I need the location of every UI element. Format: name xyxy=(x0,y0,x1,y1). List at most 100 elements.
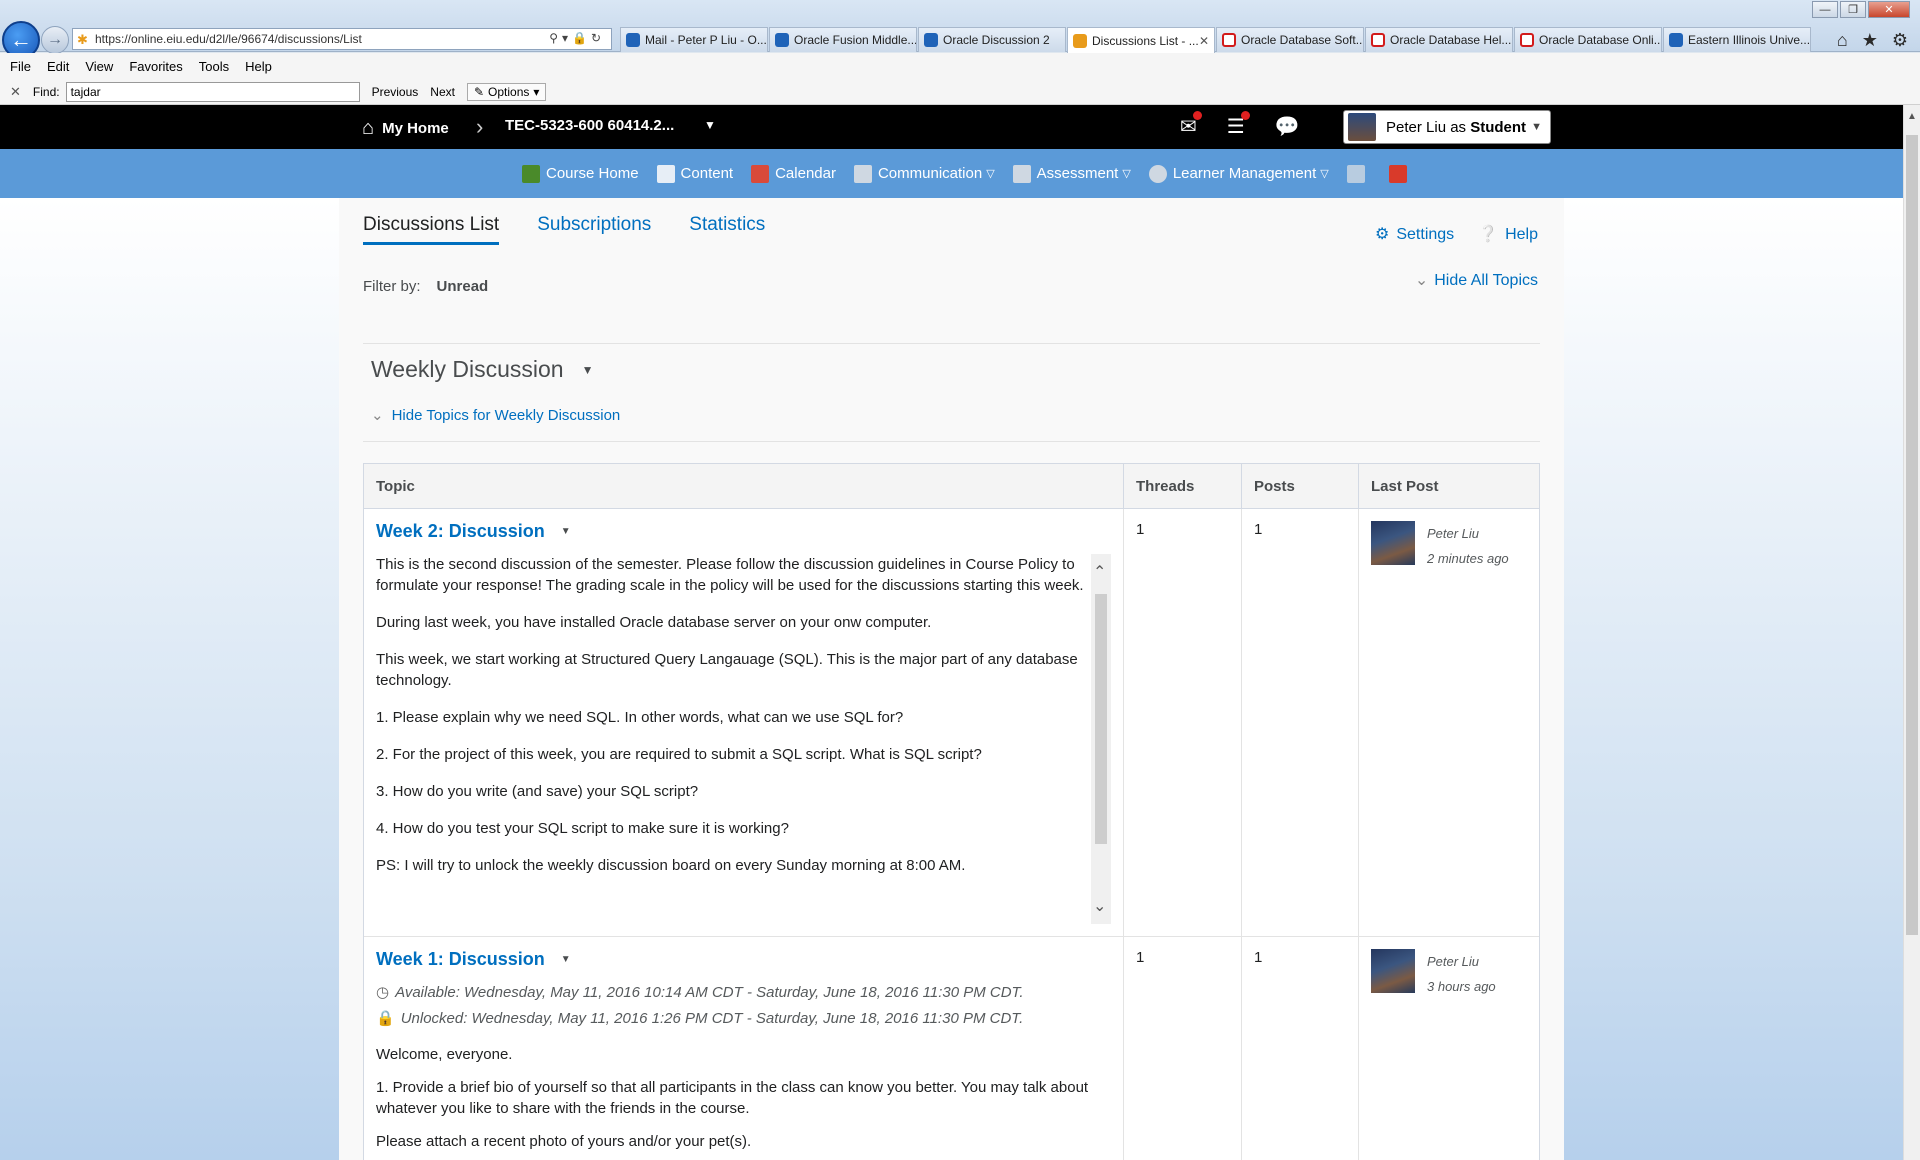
close-find-icon[interactable]: ✕ xyxy=(10,84,21,100)
topic-description[interactable]: This is the second discussion of the sem… xyxy=(376,554,1111,924)
tab-oracle-db-online[interactable]: Oracle Database Onli... xyxy=(1514,27,1662,52)
help-label: Help xyxy=(1505,226,1538,243)
d2l-icon xyxy=(1073,33,1087,48)
tab-subscriptions[interactable]: Subscriptions xyxy=(537,214,651,245)
nav-learner-management[interactable]: Learner Management ▽ xyxy=(1148,164,1329,183)
lock-icon: 🔒 xyxy=(376,1010,395,1027)
user-menu[interactable]: Peter Liu as Student ▼ xyxy=(1343,110,1551,144)
topic-title-link[interactable]: Week 1: Discussion ▼ xyxy=(376,949,1111,970)
last-post-author[interactable]: Peter Liu xyxy=(1427,521,1509,546)
avatar[interactable] xyxy=(1371,521,1415,565)
chevron-down-icon[interactable]: ▼ xyxy=(704,118,716,132)
tab-strip: Mail - Peter P Liu - O... Oracle Fusion … xyxy=(620,27,1812,53)
find-input[interactable]: tajdar xyxy=(65,81,360,102)
description-paragraph: PS: I will try to unlock the weekly disc… xyxy=(376,857,966,874)
find-options-button[interactable]: ✎ Options ▾ xyxy=(466,82,547,101)
tab-mail[interactable]: Mail - Peter P Liu - O... xyxy=(620,27,768,52)
chevron-down-icon[interactable]: ▼ xyxy=(561,526,571,537)
nav-calendar[interactable]: Calendar xyxy=(751,164,836,183)
chevron-down-icon: ▾ xyxy=(533,84,540,99)
hide-topics-label: Hide Topics for Weekly Discussion xyxy=(391,407,621,424)
topic-title-text: Week 1: Discussion xyxy=(376,949,545,969)
last-post-time: 2 minutes ago xyxy=(1427,551,1509,566)
topics-table: Topic Threads Posts Last Post Week 2: Di… xyxy=(363,463,1540,1160)
restore-button[interactable]: ❐ xyxy=(1840,1,1866,18)
find-previous-button[interactable]: Previous xyxy=(372,85,419,99)
tab-label: Oracle Discussion 2 xyxy=(943,33,1050,47)
filter-unread-link[interactable]: Unread xyxy=(437,278,489,295)
course-selector[interactable]: TEC-5323-600 60414.2... xyxy=(505,117,674,134)
avatar xyxy=(1348,113,1376,141)
forum-title: Weekly Discussion ▼ xyxy=(371,356,593,383)
chevron-down-icon: ▽ xyxy=(1122,168,1131,180)
address-actions-icon[interactable]: ⚲▾🔒↻ xyxy=(549,31,605,45)
hide-topics-link[interactable]: ⌄ Hide Topics for Weekly Discussion xyxy=(371,406,620,424)
d2l-minibar: ⌂ My Home › TEC-5323-600 60414.2... ▼ ✉ … xyxy=(0,105,1903,149)
tab-oracle-db-soft[interactable]: Oracle Database Soft... xyxy=(1216,27,1364,52)
chevron-down-icon[interactable]: ▼ xyxy=(582,363,594,377)
favorites-star-icon[interactable]: ★ xyxy=(1862,30,1878,51)
description-paragraph: Welcome, everyone. xyxy=(376,1046,513,1063)
description-paragraph: Please attach a recent photo of yours an… xyxy=(376,1133,752,1150)
page-icon xyxy=(1669,33,1683,47)
chevron-down-icon[interactable]: ▼ xyxy=(561,954,571,965)
menu-help[interactable]: Help xyxy=(245,59,272,74)
menu-edit[interactable]: Edit xyxy=(47,59,69,74)
nav-label: Calendar xyxy=(775,165,836,182)
gear-icon[interactable]: ⚙ xyxy=(1892,30,1908,51)
browser-toolbar: ⌂ ★ ⚙ xyxy=(1837,30,1908,51)
forum-title-text: Weekly Discussion xyxy=(371,356,564,382)
toolbox-icon xyxy=(1388,164,1407,183)
discussion-subtabs: Discussions List Subscriptions Statistic… xyxy=(363,214,765,245)
subscription-alerts-icon[interactable]: 💬 xyxy=(1275,114,1300,139)
avatar[interactable] xyxy=(1371,949,1415,993)
tab-statistics[interactable]: Statistics xyxy=(689,214,765,245)
nav-grid-tool[interactable] xyxy=(1346,164,1371,183)
tab-eiu[interactable]: Eastern Illinois Unive... xyxy=(1663,27,1811,52)
description-scrollbar[interactable]: ⌃ ⌄ xyxy=(1091,554,1111,924)
last-post-author[interactable]: Peter Liu xyxy=(1427,949,1496,974)
find-next-button[interactable]: Next xyxy=(430,85,455,99)
people-icon xyxy=(1148,164,1167,183)
forward-button[interactable]: → xyxy=(41,26,69,54)
nav-communication[interactable]: Communication ▽ xyxy=(853,164,995,183)
tab-oracle-discussion[interactable]: Oracle Discussion 2 xyxy=(918,27,1066,52)
page-scrollbar[interactable]: ▲ xyxy=(1903,105,1920,1160)
hide-all-topics-link[interactable]: ⌄ Hide All Topics xyxy=(1415,270,1538,290)
scroll-thumb[interactable] xyxy=(1095,594,1107,844)
home-icon: ⌂ xyxy=(362,117,375,139)
menu-file[interactable]: File xyxy=(10,59,31,74)
chevron-up-icon[interactable]: ▲ xyxy=(1907,111,1917,122)
topic-availability: ◷ Available: Wednesday, May 11, 2016 10:1… xyxy=(376,980,1111,1032)
message-alerts-icon[interactable]: ✉ xyxy=(1180,111,1202,139)
menu-view[interactable]: View xyxy=(85,59,113,74)
menu-favorites[interactable]: Favorites xyxy=(129,59,182,74)
nav-content[interactable]: Content xyxy=(656,164,733,183)
tab-label: Oracle Fusion Middle... xyxy=(794,33,917,47)
tab-oracle-fusion[interactable]: Oracle Fusion Middle... xyxy=(769,27,917,52)
update-alerts-icon[interactable]: ☰ xyxy=(1227,111,1250,139)
chevron-down-icon[interactable]: ⌄ xyxy=(1093,896,1106,916)
topic-title-link[interactable]: Week 2: Discussion ▼ xyxy=(376,521,1111,542)
tab-discussions-list[interactable]: Discussions List - ... ✕ xyxy=(1067,27,1215,53)
minimize-button[interactable]: — xyxy=(1812,1,1838,18)
menu-tools[interactable]: Tools xyxy=(199,59,229,74)
available-text: Available: Wednesday, May 11, 2016 10:14… xyxy=(395,984,1024,1001)
nav-assessment[interactable]: Assessment ▽ xyxy=(1012,164,1131,183)
last-post-time: 3 hours ago xyxy=(1427,979,1496,994)
help-link[interactable]: ❔ Help xyxy=(1478,224,1538,244)
my-home-link[interactable]: ⌂ My Home xyxy=(362,117,449,140)
filter-label: Filter by: xyxy=(363,278,421,295)
nav-course-home[interactable]: Course Home xyxy=(522,164,639,183)
settings-link[interactable]: ⚙ Settings xyxy=(1375,224,1454,244)
close-window-button[interactable]: ✕ xyxy=(1868,1,1910,18)
communication-icon xyxy=(853,164,872,183)
home-icon[interactable]: ⌂ xyxy=(1837,30,1848,51)
tab-oracle-db-help[interactable]: Oracle Database Hel... xyxy=(1365,27,1513,52)
address-bar[interactable]: ✱ https://online.eiu.edu/d2l/le/96674/di… xyxy=(72,28,612,50)
close-tab-icon[interactable]: ✕ xyxy=(1199,34,1209,48)
tab-discussions-list[interactable]: Discussions List xyxy=(363,214,500,245)
chevron-up-icon[interactable]: ⌃ xyxy=(1093,562,1106,582)
nav-toolbox[interactable] xyxy=(1388,164,1413,183)
scroll-thumb[interactable] xyxy=(1906,135,1918,935)
